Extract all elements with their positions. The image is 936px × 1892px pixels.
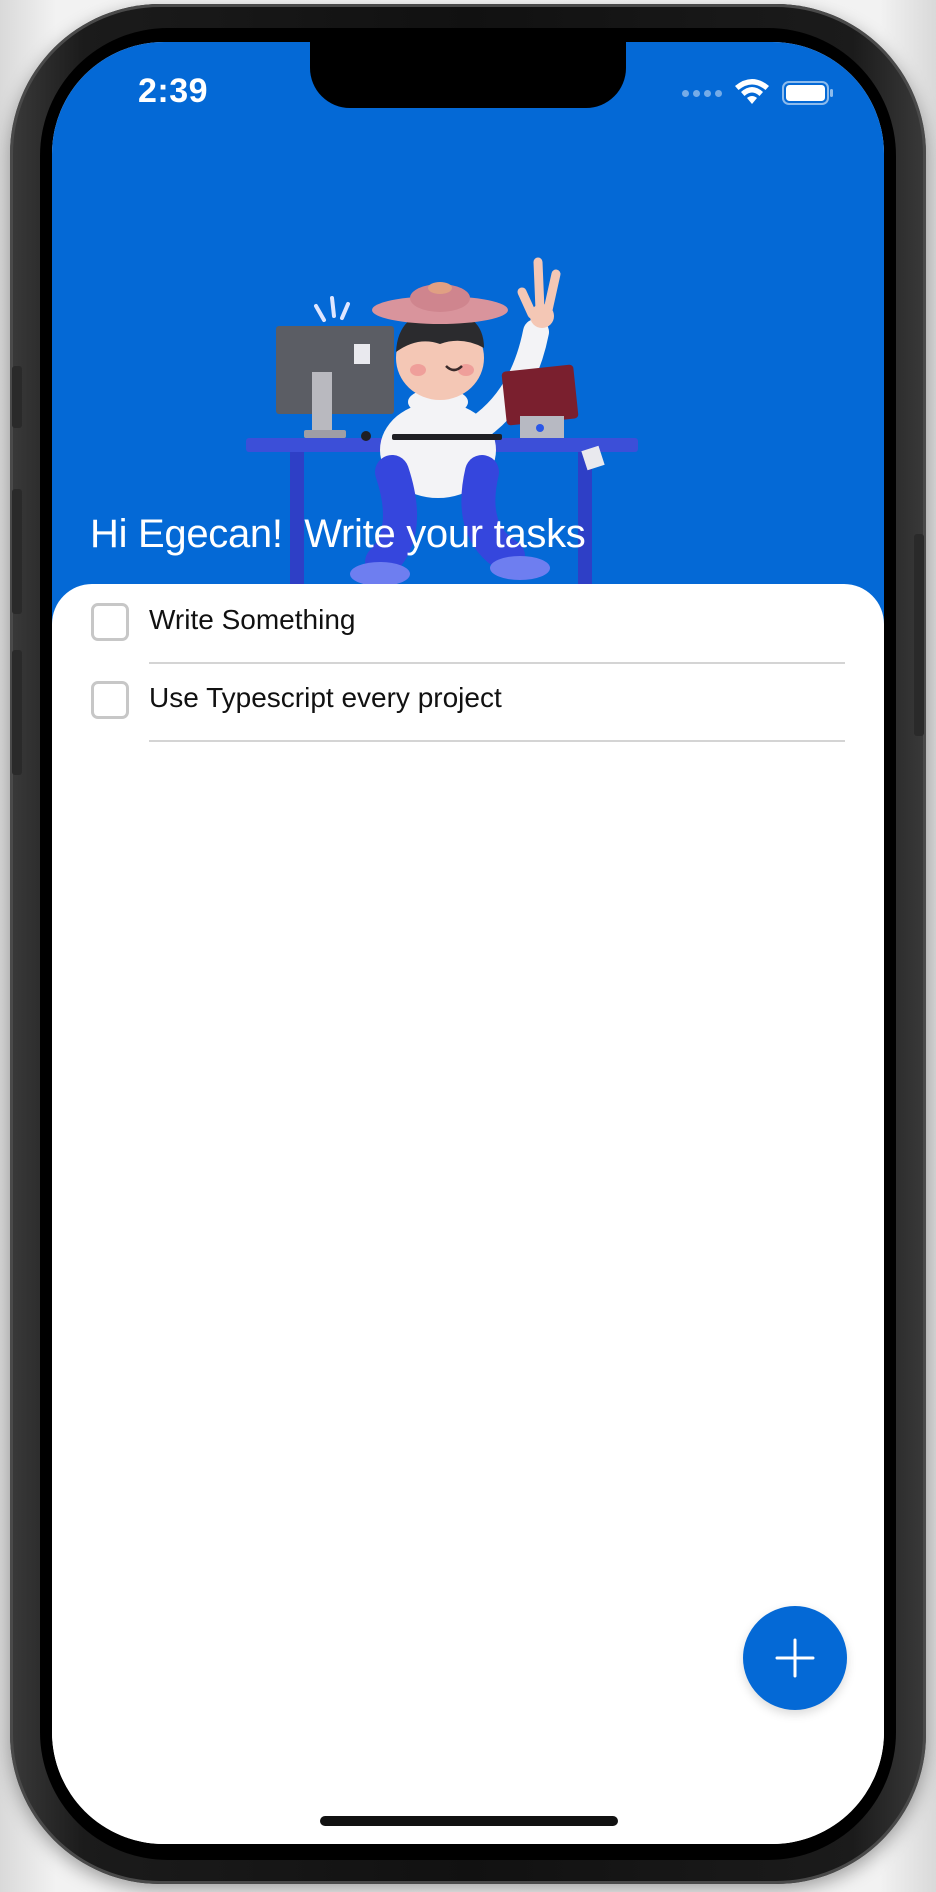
greeting-title: Hi Egecan! Write your tasks [90,512,586,556]
status-time: 2:39 [138,72,209,110]
task-item[interactable]: Use Typescript every project [52,662,884,742]
task-label: Use Typescript every project [149,682,502,713]
battery-icon [782,81,833,105]
task-checkbox[interactable] [91,603,129,641]
power-button [914,534,924,736]
wifi-icon [735,79,769,104]
task-label: Write Something [149,604,356,635]
notch [310,42,626,108]
plus-icon [775,1638,815,1678]
task-item[interactable]: Write Something [52,584,884,664]
task-checkbox[interactable] [91,681,129,719]
cellular-signal-icon [682,90,724,98]
volume-up-button [12,489,22,614]
mute-switch [12,366,22,428]
add-task-button[interactable] [743,1606,847,1710]
volume-down-button [12,650,22,775]
person-at-desk-illustration [222,257,638,632]
app-screen: 2:39 Hi Egecan! Write your tasks Write S… [52,42,884,1844]
divider [149,740,845,742]
home-indicator[interactable] [320,1816,618,1826]
